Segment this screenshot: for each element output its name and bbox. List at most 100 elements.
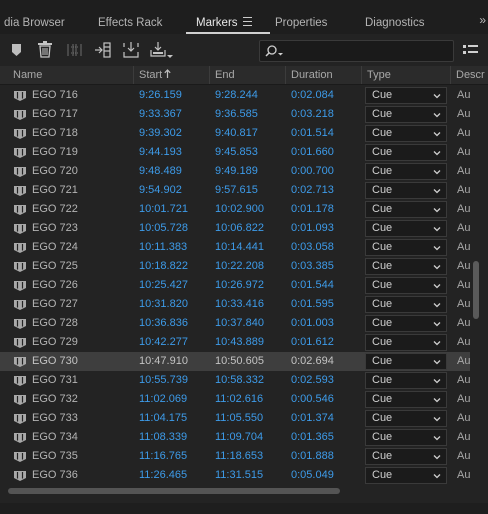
marker-start-time[interactable]: 11:04.175 [139, 409, 187, 428]
marker-row[interactable]: EGO 729 10:42.277 10:43.889 0:01.612 Cue Au [0, 333, 470, 352]
marker-duration[interactable]: 0:01.374 [291, 409, 334, 428]
export-selected-icon[interactable] [122, 34, 140, 66]
marker-duration[interactable]: 0:03.385 [291, 257, 334, 276]
marker-start-time[interactable]: 9:39.302 [139, 124, 182, 143]
marker-end-time[interactable]: 9:28.244 [215, 86, 258, 105]
marker-description[interactable]: Au [457, 276, 470, 295]
marker-row[interactable]: EGO 720 9:48.489 9:49.189 0:00.700 Cue Au [0, 162, 470, 181]
marker-start-time[interactable]: 10:25.427 [139, 276, 188, 295]
marker-row[interactable]: EGO 724 10:11.383 10:14.441 0:03.058 Cue Au [0, 238, 470, 257]
marker-description[interactable]: Au [457, 409, 470, 428]
marker-start-time[interactable]: 10:36.836 [139, 314, 188, 333]
marker-row[interactable]: EGO 716 9:26.159 9:28.244 0:02.084 Cue Au [0, 86, 470, 105]
marker-duration[interactable]: 0:02.694 [291, 352, 334, 371]
tab-markers[interactable]: Markers [196, 0, 238, 34]
marker-end-time[interactable]: 10:37.840 [215, 314, 264, 333]
marker-duration[interactable]: 0:05.049 [291, 466, 334, 485]
marker-duration[interactable]: 0:01.888 [291, 447, 334, 466]
marker-type-select[interactable]: Cue [365, 353, 447, 370]
marker-duration[interactable]: 0:01.514 [291, 124, 334, 143]
marker-start-time[interactable]: 10:11.383 [139, 238, 187, 257]
marker-type-select[interactable]: Cue [365, 391, 447, 408]
marker-type-select[interactable]: Cue [365, 429, 447, 446]
marker-row[interactable]: EGO 717 9:33.367 9:36.585 0:03.218 Cue Au [0, 105, 470, 124]
marker-duration[interactable]: 0:01.660 [291, 143, 334, 162]
marker-type-select[interactable]: Cue [365, 467, 447, 484]
column-duration-header[interactable]: Duration [291, 66, 333, 84]
marker-start-time[interactable]: 11:08.339 [139, 428, 187, 447]
column-divider[interactable] [285, 66, 286, 84]
tab-properties[interactable]: Properties [275, 0, 327, 34]
marker-end-time[interactable]: 10:02.900 [215, 200, 264, 219]
marker-start-time[interactable]: 10:01.721 [139, 200, 188, 219]
marker-type-select[interactable]: Cue [365, 220, 447, 237]
horizontal-scroll-thumb[interactable] [8, 488, 340, 494]
marker-end-time[interactable]: 10:06.822 [215, 219, 264, 238]
marker-duration[interactable]: 0:01.365 [291, 428, 334, 447]
marker-start-time[interactable]: 10:31.820 [139, 295, 188, 314]
column-start-header[interactable]: Start [139, 66, 171, 84]
marker-start-time[interactable]: 11:26.465 [139, 466, 187, 485]
column-description-header[interactable]: Descr [456, 66, 485, 84]
marker-duration[interactable]: 0:02.084 [291, 86, 334, 105]
search-field[interactable] [259, 40, 454, 62]
marker-duration[interactable]: 0:03.058 [291, 238, 334, 257]
marker-end-time[interactable]: 10:43.889 [215, 333, 264, 352]
marker-type-select[interactable]: Cue [365, 125, 447, 142]
marker-description[interactable]: Au [457, 447, 470, 466]
column-name-header[interactable]: Name [13, 66, 42, 84]
marker-type-select[interactable]: Cue [365, 87, 447, 104]
marker-duration[interactable]: 0:01.544 [291, 276, 334, 295]
marker-end-time[interactable]: 10:26.972 [215, 276, 264, 295]
marker-end-time[interactable]: 11:31.515 [215, 466, 263, 485]
marker-type-select[interactable]: Cue [365, 163, 447, 180]
marker-type-select[interactable]: Cue [365, 182, 447, 199]
marker-row[interactable]: EGO 723 10:05.728 10:06.822 0:01.093 Cue Au [0, 219, 470, 238]
marker-end-time[interactable]: 10:33.416 [215, 295, 264, 314]
vertical-scroll-thumb[interactable] [473, 261, 479, 319]
marker-row[interactable]: EGO 730 10:47.910 10:50.605 0:02.694 Cue Au [0, 352, 470, 371]
marker-duration[interactable]: 0:01.178 [291, 200, 334, 219]
marker-end-time[interactable]: 10:14.441 [215, 238, 264, 257]
marker-end-time[interactable]: 11:09.704 [215, 428, 263, 447]
marker-type-select[interactable]: Cue [365, 410, 447, 427]
marker-description[interactable]: Au [457, 333, 470, 352]
tab-media-browser[interactable]: dia Browser [4, 0, 65, 34]
marker-description[interactable]: Au [457, 428, 470, 447]
marker-end-time[interactable]: 9:40.817 [215, 124, 258, 143]
marker-row[interactable]: EGO 731 10:55.739 10:58.332 0:02.593 Cue Au [0, 371, 470, 390]
marker-row[interactable]: EGO 718 9:39.302 9:40.817 0:01.514 Cue Au [0, 124, 470, 143]
marker-description[interactable]: Au [457, 371, 470, 390]
marker-row[interactable]: EGO 736 11:26.465 11:31.515 0:05.049 Cue Au [0, 466, 470, 485]
marker-type-select[interactable]: Cue [365, 372, 447, 389]
marker-description[interactable]: Au [457, 200, 470, 219]
marker-end-time[interactable]: 11:18.653 [215, 447, 263, 466]
marker-row[interactable]: EGO 727 10:31.820 10:33.416 0:01.595 Cue Au [0, 295, 470, 314]
search-input[interactable] [286, 41, 446, 61]
marker-end-time[interactable]: 10:58.332 [215, 371, 264, 390]
marker-description[interactable]: Au [457, 105, 470, 124]
marker-start-time[interactable]: 10:55.739 [139, 371, 188, 390]
marker-row[interactable]: EGO 735 11:16.765 11:18.653 0:01.888 Cue Au [0, 447, 470, 466]
marker-start-time[interactable]: 9:26.159 [139, 86, 182, 105]
marker-type-select[interactable]: Cue [365, 106, 447, 123]
marker-start-time[interactable]: 9:54.902 [139, 181, 182, 200]
marker-duration[interactable]: 0:03.218 [291, 105, 334, 124]
marker-description[interactable]: Au [457, 295, 470, 314]
marker-description[interactable]: Au [457, 238, 470, 257]
marker-row[interactable]: EGO 719 9:44.193 9:45.853 0:01.660 Cue Au [0, 143, 470, 162]
insert-to-playlist-icon[interactable] [94, 34, 112, 66]
marker-start-time[interactable]: 10:18.822 [139, 257, 188, 276]
column-divider[interactable] [133, 66, 134, 84]
horizontal-scrollbar[interactable] [0, 486, 488, 496]
marker-start-time[interactable]: 11:16.765 [139, 447, 187, 466]
marker-description[interactable]: Au [457, 162, 470, 181]
batch-export-icon[interactable] [150, 34, 174, 66]
marker-row[interactable]: EGO 732 11:02.069 11:02.616 0:00.546 Cue Au [0, 390, 470, 409]
marker-end-time[interactable]: 10:22.208 [215, 257, 264, 276]
tab-diagnostics[interactable]: Diagnostics [365, 0, 424, 34]
marker-duration[interactable]: 0:02.713 [291, 181, 334, 200]
filter-icon[interactable] [462, 34, 480, 66]
marker-start-time[interactable]: 10:05.728 [139, 219, 188, 238]
marker-end-time[interactable]: 11:02.616 [215, 390, 263, 409]
